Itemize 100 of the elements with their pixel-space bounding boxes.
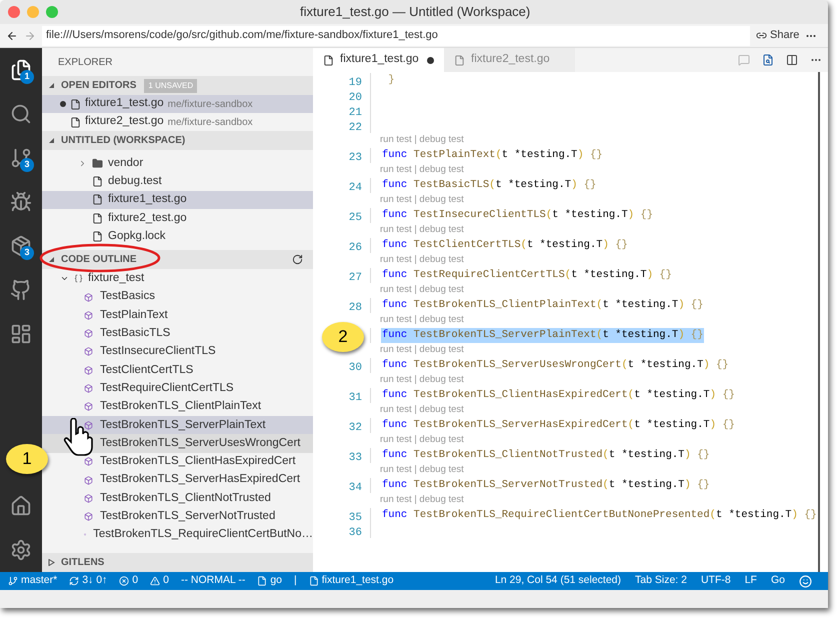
status-item[interactable]: |: [294, 573, 297, 589]
status-item[interactable]: Go: [770, 573, 785, 589]
back-icon[interactable]: [6, 30, 18, 42]
url-field[interactable]: file:///Users/msorens/code/go/src/github.com/me/fixture-sandbox/fixture1_test.go: [42, 26, 750, 46]
outline-item[interactable]: TestBrokenTLS_ServerUsesWrongCert: [42, 434, 313, 453]
open-editor-item[interactable]: fixture2_test.go me/fixture-sandbox: [42, 113, 313, 131]
outline-item[interactable]: TestRequireClientCertTLS: [42, 379, 313, 398]
section-header[interactable]: GITLENS: [42, 553, 313, 572]
line-number: 35: [348, 512, 362, 524]
section-header[interactable]: CODE OUTLINE: [42, 250, 313, 269]
pointer-hand-icon: [62, 418, 94, 456]
file-tree-item[interactable]: fixture2_test.go: [42, 209, 313, 228]
code-lens[interactable]: run test | debug test: [380, 163, 464, 178]
code-lens[interactable]: run test | debug test: [380, 493, 464, 508]
code-lens[interactable]: run test | debug test: [380, 403, 464, 418]
editor-tab[interactable]: fixture2_test.go: [444, 48, 575, 72]
function-name: TestBrokenTLS_ClientNotTrusted: [100, 490, 271, 506]
outline-item[interactable]: TestBrokenTLS_ServerNotTrusted: [42, 508, 313, 526]
outline-item[interactable]: fixture_test: [42, 270, 313, 288]
code-line: func TestBrokenTLS_ServerNotTrusted(t *testing.T) {}: [381, 478, 711, 493]
file-name: fixture1_test.go: [85, 96, 164, 112]
open-editor-item[interactable]: fixture1_test.go me/fixture-sandbox: [42, 95, 313, 113]
caret-icon: [48, 82, 55, 89]
status-item[interactable]: fixture1_test.go: [308, 573, 394, 589]
code-lens[interactable]: run test | debug test: [380, 193, 464, 208]
section-title: GITLENS: [61, 556, 104, 570]
split-editor-icon[interactable]: [786, 54, 798, 66]
code-line: func TestInsecureClientTLS(t *testing.T) {}: [381, 208, 654, 223]
smiley-icon[interactable]: [799, 574, 812, 588]
file-icon: [92, 194, 103, 206]
status-item[interactable]: LF: [744, 573, 757, 589]
outline-item[interactable]: TestBasics: [42, 288, 313, 306]
status-item[interactable]: -- NORMAL --: [180, 573, 246, 589]
file-path: me/fixture-sandbox: [168, 98, 253, 112]
outline-item[interactable]: TestBasicTLS: [42, 324, 313, 343]
status-item[interactable]: go: [257, 573, 282, 589]
line-number: 25: [348, 212, 362, 224]
function-name: TestBrokenTLS_ServerNotTrusted: [100, 509, 276, 524]
code-line: func TestRequireClientCertTLS(t *testing.T) {}: [381, 268, 673, 283]
status-item[interactable]: UTF-8: [700, 573, 731, 589]
status-item[interactable]: 0: [119, 573, 138, 589]
line-number: 31: [348, 392, 362, 404]
function-name: TestBasicTLS: [100, 326, 170, 342]
count-badge: 3: [20, 246, 34, 260]
branch-icon: [8, 576, 18, 586]
code-lens[interactable]: run test | debug test: [380, 223, 464, 238]
section-title: UNTITLED (WORKSPACE): [61, 134, 186, 148]
section-title: CODE OUTLINE: [61, 252, 137, 267]
file-path: me/fixture-sandbox: [168, 116, 253, 130]
method-icon: [84, 420, 93, 430]
count-badge: 3: [20, 158, 34, 172]
tab-label: fixture1_test.go: [340, 52, 419, 68]
code-lens[interactable]: run test | debug test: [380, 463, 464, 478]
code-line: func TestBrokenTLS_ServerUsesWrongCert(t *testing.T) {}: [381, 358, 730, 373]
editor-tab[interactable]: fixture1_test.go: [313, 48, 444, 72]
section-title: OPEN EDITORS: [61, 79, 136, 93]
code-lens[interactable]: run test | debug test: [380, 373, 464, 388]
share-button[interactable]: Share: [756, 27, 800, 44]
function-name: TestBrokenTLS_ServerUsesWrongCert: [100, 436, 300, 451]
code-lens[interactable]: run test | debug test: [380, 253, 464, 268]
outline-item[interactable]: TestBrokenTLS_ClientNotTrusted: [42, 489, 313, 508]
method-icon: [84, 292, 93, 302]
code-line: func TestBasicTLS(t *testing.T) {}: [381, 178, 598, 193]
file-tree-item[interactable]: debug.test: [42, 172, 313, 191]
code-lens[interactable]: run test | debug test: [380, 133, 464, 148]
status-item[interactable]: Tab Size: 2: [635, 573, 687, 589]
outline-item[interactable]: TestBrokenTLS_ClientPlainText: [42, 398, 313, 416]
line-number: 21: [348, 106, 362, 118]
outline-item[interactable]: TestInsecureClientTLS: [42, 342, 313, 362]
function-name: TestClientCertTLS: [100, 362, 194, 378]
function-name: TestBrokenTLS_ServerPlainText: [100, 418, 266, 433]
error-icon: [119, 576, 130, 586]
search-icon[interactable]: [762, 54, 774, 66]
status-item[interactable]: 0: [150, 573, 169, 589]
code-lens[interactable]: run test | debug test: [380, 313, 464, 328]
section-header[interactable]: UNTITLED (WORKSPACE): [42, 131, 313, 150]
method-icon: [84, 347, 93, 356]
activity-button[interactable]: 1: [0, 48, 42, 92]
search-icon: [10, 103, 32, 125]
outline-item[interactable]: TestPlainText: [42, 306, 313, 325]
code-line: }: [387, 72, 396, 88]
activity-button[interactable]: 3: [0, 136, 42, 180]
outline-item[interactable]: TestClientCertTLS: [42, 361, 313, 380]
file-tree-item[interactable]: vendor: [42, 154, 313, 172]
code-lens[interactable]: run test | debug test: [380, 343, 464, 358]
code-lens[interactable]: run test | debug test: [380, 433, 464, 448]
status-item[interactable]: 3↓ 0↑: [69, 573, 108, 589]
refresh-icon[interactable]: [292, 254, 303, 265]
status-item[interactable]: Ln 29, Col 54 (51 selected): [494, 573, 622, 589]
caret-icon: [48, 137, 55, 144]
outline-item[interactable]: TestBrokenTLS_ServerPlainText: [42, 416, 313, 434]
method-icon: [84, 329, 93, 338]
section-header[interactable]: OPEN EDITORS 1 UNSAVED: [42, 76, 313, 95]
package-name: fixture_test: [88, 271, 144, 286]
outline-item[interactable]: TestBrokenTLS_RequireClientCertButNo…: [42, 526, 313, 544]
file-tree-item[interactable]: fixture1_test.go: [42, 190, 313, 210]
activity-button[interactable]: 3: [0, 224, 42, 268]
status-item[interactable]: master*: [8, 573, 58, 589]
code-lens[interactable]: run test | debug test: [380, 283, 464, 298]
file-tree-item[interactable]: Gopkg.lock: [42, 228, 313, 246]
